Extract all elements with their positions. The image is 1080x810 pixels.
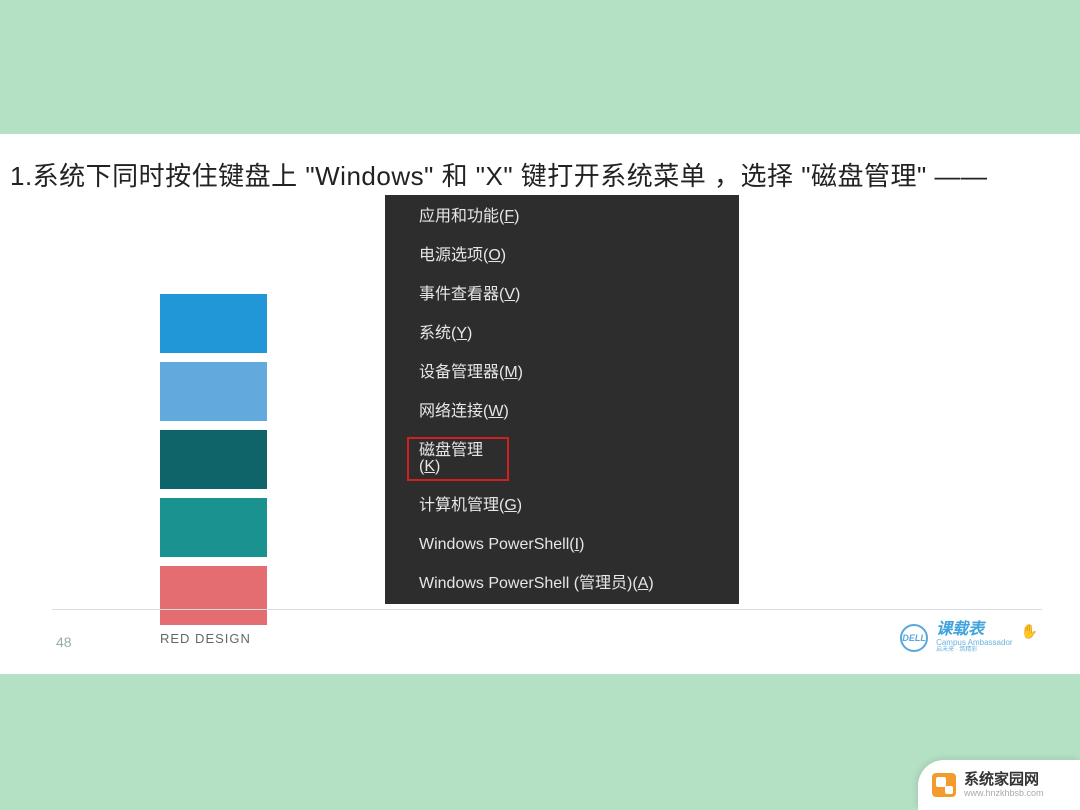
dell-logo-icon: DELL [900,624,928,652]
winmenu-item-hotkey: K [424,458,435,475]
winmenu-item-tail: ) [467,325,472,342]
watermark-url: www.hnzkhbsb.com [964,788,1044,798]
slide-area: 1.系统下同时按住键盘上 "Windows" 和 "X" 键打开系统菜单 ，选择… [0,134,1080,674]
winmenu-item-hotkey: A [638,575,649,592]
winmenu-item-tail: ) [435,458,440,475]
winmenu-item-tail: ) [579,536,584,553]
winmenu-item-hotkey: G [504,497,516,514]
winmenu-item-6[interactable]: 磁盘管理(K) [413,443,503,475]
windows-x-menu: 应用和功能(F)电源选项(O)事件查看器(V)系统(Y)设备管理器(M)网络连接… [385,195,739,604]
winmenu-item-hotkey: M [504,364,517,381]
winmenu-item-label: 计算机管理( [419,497,504,514]
winmenu-item-label: Windows PowerShell (管理员)( [419,575,638,592]
winmenu-item-hotkey: V [504,286,515,303]
dell-badge: DELL 课载表 Campus Ambassador 启未来 · 筑精彩 ✋ [900,621,1038,654]
winmenu-item-5[interactable]: 网络连接(W) [419,404,739,420]
winmenu-item-label: 设备管理器( [419,364,504,381]
winmenu-item-hotkey: O [488,247,500,264]
hand-icon: ✋ [1021,623,1038,640]
winmenu-item-label: 网络连接( [419,403,488,420]
site-watermark: 系统家园网 www.hnzkhbsb.com [918,760,1080,810]
dell-sub: 启未来 · 筑精彩 [936,647,1012,654]
winmenu-item-tail: ) [648,575,653,592]
winmenu-item-7[interactable]: 计算机管理(G) [419,498,739,514]
color-swatches [160,294,267,625]
winmenu-item-label: Windows PowerShell( [419,536,575,553]
instruction-text: 1.系统下同时按住键盘上 "Windows" 和 "X" 键打开系统菜单 ，选择… [10,156,987,193]
winmenu-item-4[interactable]: 设备管理器(M) [419,365,739,381]
winmenu-item-tail: ) [501,247,506,264]
winmenu-item-label: 系统( [419,325,456,342]
winmenu-item-label: 电源选项( [419,247,488,264]
footer-divider [52,609,1042,610]
winmenu-item-9[interactable]: Windows PowerShell (管理员)(A) [419,576,739,592]
winmenu-item-tail: ) [515,286,520,303]
winmenu-item-2[interactable]: 事件查看器(V) [419,287,739,303]
winmenu-item-0[interactable]: 应用和功能(F) [419,209,739,225]
winmenu-item-3[interactable]: 系统(Y) [419,326,739,342]
winmenu-item-hotkey: Y [456,325,467,342]
swatch-red [160,566,267,625]
swatch-blue [160,294,267,353]
swatch-lightblue [160,362,267,421]
winmenu-item-hotkey: W [488,403,503,420]
winmenu-item-tail: ) [517,497,522,514]
winmenu-item-8[interactable]: Windows PowerShell(I) [419,537,739,553]
watermark-name: 系统家园网 [964,771,1044,788]
watermark-text: 系统家园网 www.hnzkhbsb.com [964,771,1044,799]
winmenu-item-tail: ) [518,364,523,381]
dell-cn: 课载表 [936,621,1012,639]
footer-label: RED DESIGN [160,631,251,646]
winmenu-item-1[interactable]: 电源选项(O) [419,248,739,264]
winmenu-item-label: 事件查看器( [419,286,504,303]
dell-text: 课载表 Campus Ambassador 启未来 · 筑精彩 [936,621,1012,654]
winmenu-item-tail: ) [503,403,508,420]
winmenu-item-hotkey: F [504,208,514,225]
winmenu-item-label: 应用和功能( [419,208,504,225]
swatch-darkteal [160,430,267,489]
watermark-logo-icon [932,773,956,797]
page-number: 48 [56,634,72,650]
winmenu-item-tail: ) [514,208,519,225]
swatch-teal [160,498,267,557]
